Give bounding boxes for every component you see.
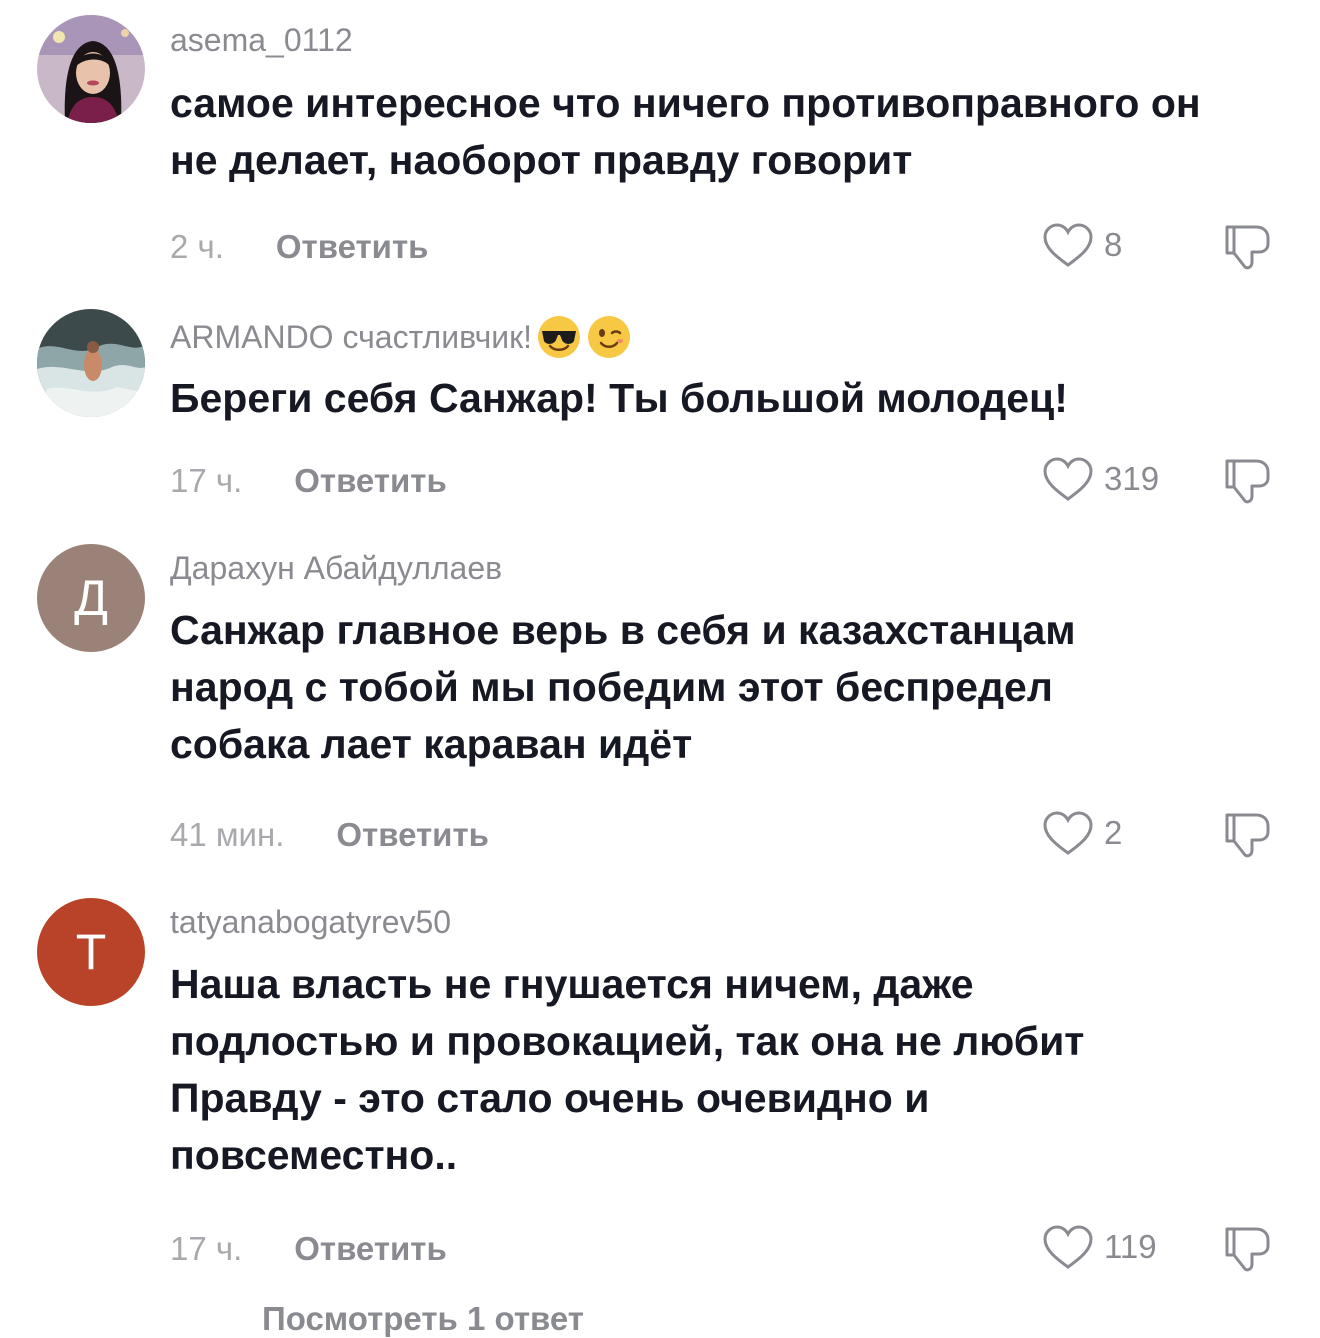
like-button[interactable]: 119 <box>1042 1224 1157 1270</box>
like-count: 319 <box>1104 460 1160 497</box>
username-text: tatyanabogatyrev50 <box>170 904 452 940</box>
reply-button[interactable]: Ответить <box>294 1230 447 1268</box>
reply-button[interactable]: Ответить <box>294 462 447 500</box>
reply-button[interactable]: Ответить <box>276 228 429 266</box>
heart-icon <box>1043 811 1093 855</box>
username[interactable]: tatyanabogatyrev50 <box>170 904 451 941</box>
comment-text: Санжар главное верь в себя и казахстанца… <box>170 607 1076 767</box>
wink-emoji <box>588 316 631 358</box>
username-text: asema_0112 <box>170 22 353 58</box>
avatar[interactable] <box>37 309 145 417</box>
dislike-icon[interactable] <box>1222 456 1272 506</box>
username-text: ARMANDO счастливчик! <box>170 318 533 355</box>
comment-text: Наша власть не гнушается ничем, даже под… <box>170 961 1085 1178</box>
dislike-icon[interactable] <box>1222 810 1272 860</box>
like-count: 8 <box>1104 226 1123 263</box>
avatar[interactable]: Т <box>37 898 145 1006</box>
comment-time: 17 ч. <box>170 462 243 499</box>
heart-icon <box>1043 457 1093 501</box>
username-text: Дарахун Абайдуллаев <box>170 550 503 586</box>
dislike-icon[interactable] <box>1222 1224 1272 1274</box>
username[interactable]: asema_0112 <box>170 22 353 59</box>
like-count: 2 <box>1104 814 1123 851</box>
username[interactable]: ARMANDO счастливчик! <box>170 314 632 360</box>
heart-icon <box>1043 1225 1093 1269</box>
like-button[interactable]: 8 <box>1042 222 1122 268</box>
comment-text: Береги себя Санжар! Ты большой молодец! <box>170 375 1068 421</box>
comment-text: самое интересное что ничего противоправн… <box>170 80 1201 183</box>
username[interactable]: Дарахун Абайдуллаев <box>170 550 502 587</box>
reply-button[interactable]: Ответить <box>336 816 489 854</box>
avatar-letter: Д <box>74 570 108 626</box>
comment-time: 17 ч. <box>170 1230 243 1267</box>
view-replies-button[interactable]: Посмотреть 1 ответ <box>262 1300 584 1338</box>
like-count: 119 <box>1104 1228 1157 1265</box>
avatar-letter: Т <box>75 924 107 980</box>
like-button[interactable]: 2 <box>1042 810 1122 856</box>
like-button[interactable]: 319 <box>1042 456 1159 502</box>
avatar[interactable] <box>37 15 145 123</box>
sunglasses-emoji <box>538 316 581 358</box>
dislike-icon[interactable] <box>1222 222 1272 272</box>
avatar[interactable]: Д <box>37 544 145 652</box>
heart-icon <box>1043 223 1093 267</box>
comment-time: 41 мин. <box>170 816 285 853</box>
comment-time: 2 ч. <box>170 228 224 265</box>
